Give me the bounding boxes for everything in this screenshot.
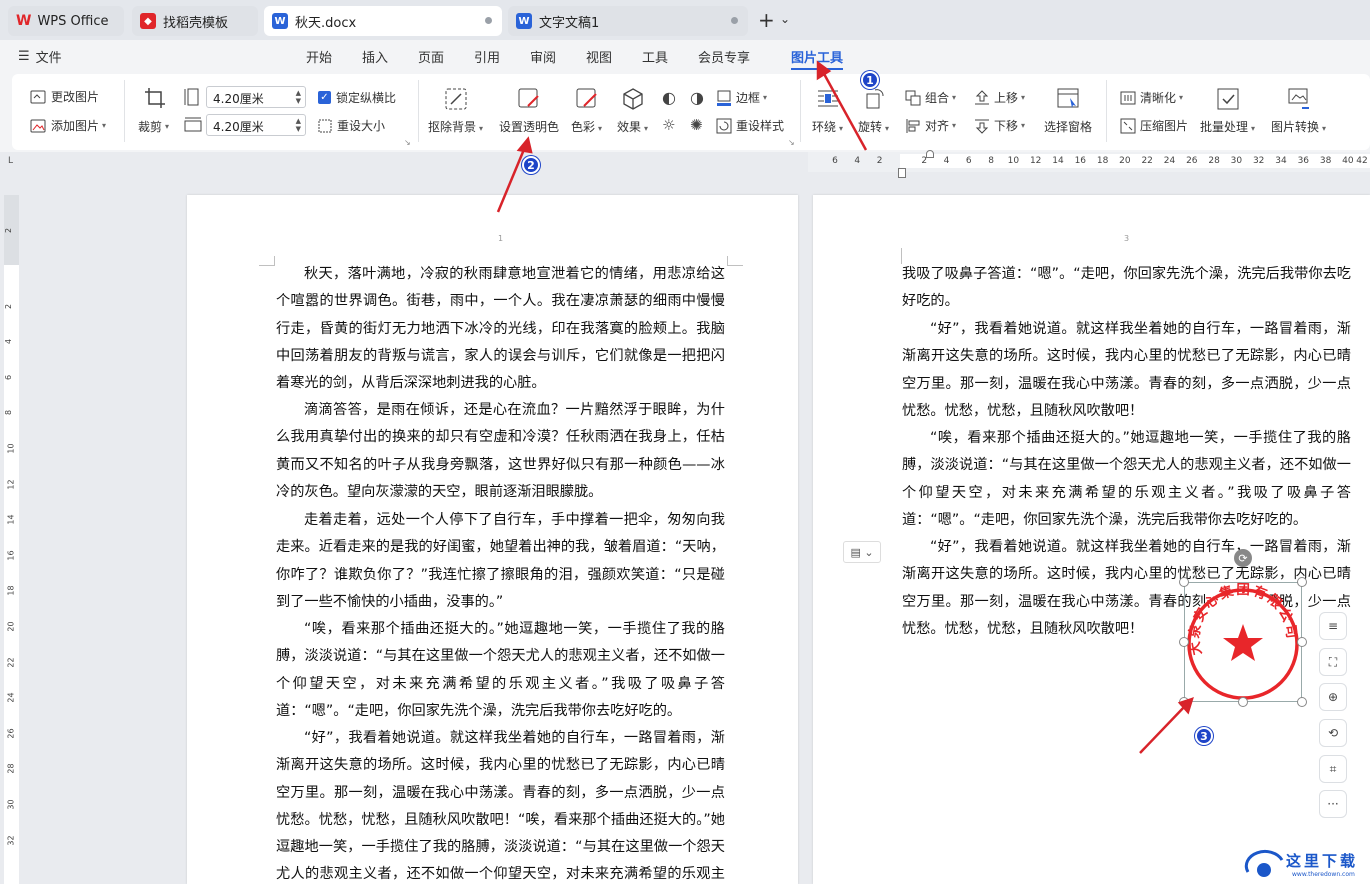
annotation-badge-1: 1 (861, 71, 879, 89)
watermark-text: 这里下载 (1286, 852, 1359, 870)
watermark-logo-icon (1244, 849, 1284, 877)
watermark-url: www.theredown.com (1292, 871, 1355, 878)
arrow-2 (496, 146, 527, 213)
annotation-arrows (496, 60, 1194, 754)
arrow-1 (821, 71, 868, 151)
arrowhead-1 (816, 60, 832, 81)
arrowhead-2 (516, 136, 533, 154)
site-watermark: 这里下载 www.theredown.com (1244, 846, 1370, 884)
annotation-badge-2: 2 (522, 156, 540, 174)
arrow-3 (1139, 704, 1187, 754)
annotation-badge-3: 3 (1195, 727, 1213, 745)
